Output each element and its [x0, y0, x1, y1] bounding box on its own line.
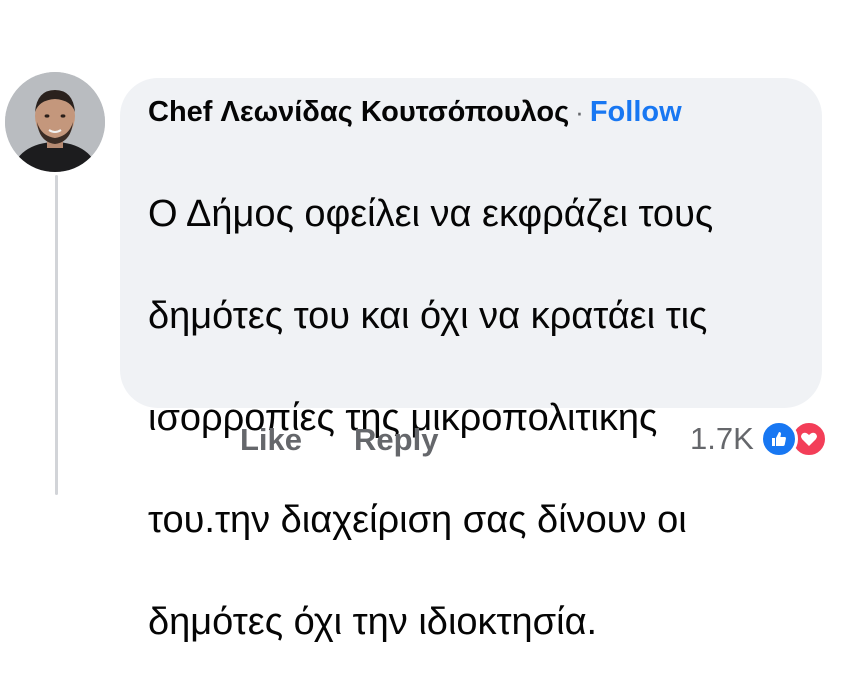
comment-header: Chef Λεωνίδας Κουτσόπουλος · Follow	[148, 94, 794, 130]
reaction-count: 1.7K	[690, 421, 754, 456]
avatar[interactable]	[5, 72, 105, 172]
comment-text-line: Ο Δήμος οφείλει να εκφράζει τους	[148, 193, 714, 235]
avatar-image	[5, 72, 105, 172]
comment-bubble: Chef Λεωνίδας Κουτσόπουλος · Follow Ο Δήμο…	[120, 78, 822, 643]
like-icon	[759, 420, 798, 458]
reactions-summary[interactable]: 1.7K	[690, 420, 828, 458]
follow-link[interactable]: Follow	[590, 96, 682, 128]
thread-line	[55, 175, 58, 495]
reaction-icons	[759, 420, 828, 458]
comment-text-line: δημότες όχι την ιδιοκτησία.	[148, 601, 598, 643]
comment-actions: Like Reply	[240, 422, 438, 458]
comment-text: Ο Δήμος οφείλει να εκφράζει τους δημότες…	[148, 138, 794, 699]
like-button[interactable]: Like	[240, 422, 302, 458]
comment-text-line: δημότες του και όχι να κρατάει τις	[148, 295, 708, 337]
reply-button[interactable]: Reply	[354, 422, 438, 458]
comment-text-line: του.την διαχείριση σας δίνουν οι	[148, 499, 687, 541]
author-name[interactable]: Chef Λεωνίδας Κουτσόπουλος	[148, 96, 569, 128]
separator-dot: ·	[575, 97, 584, 127]
